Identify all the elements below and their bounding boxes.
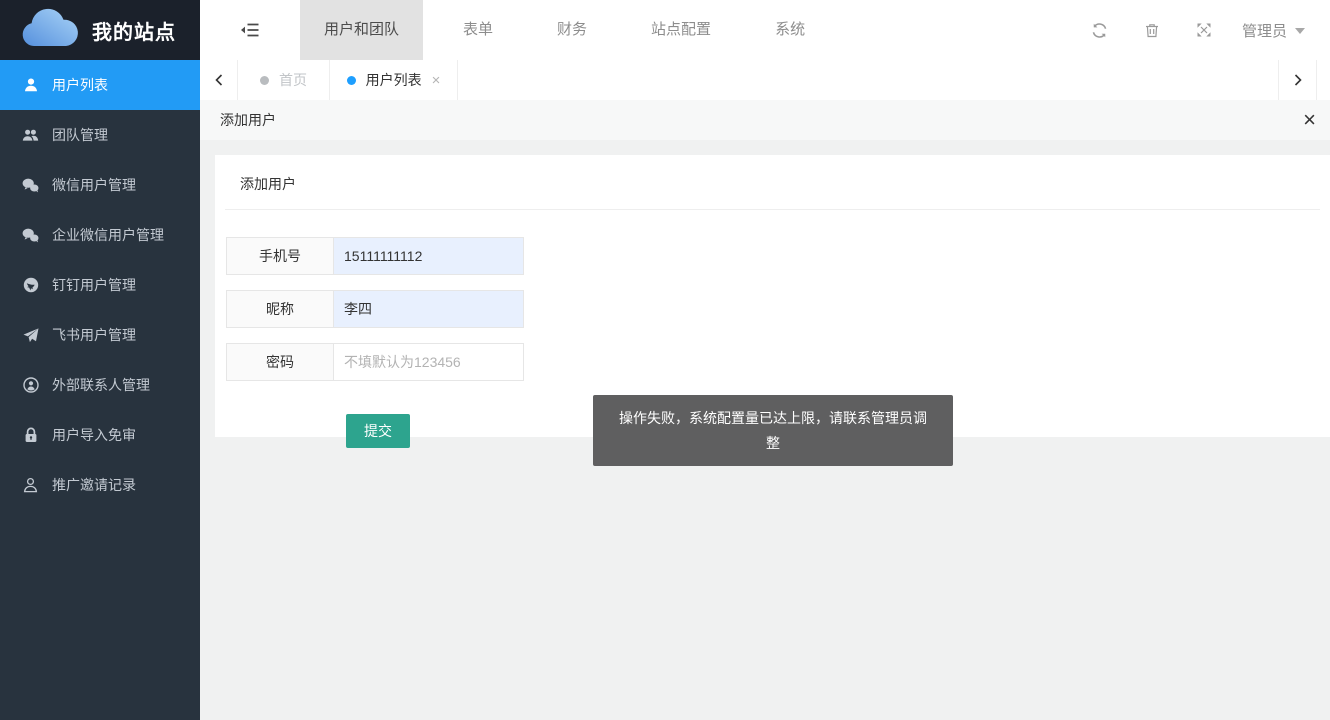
- sidebar-item-team-management[interactable]: 团队管理: [0, 110, 200, 160]
- user-outline-icon: [22, 477, 39, 494]
- nickname-input[interactable]: [333, 290, 524, 328]
- tab-bar: 首页 用户列表 ×: [200, 60, 1330, 100]
- password-input[interactable]: [333, 343, 524, 381]
- paper-plane-icon: [22, 327, 39, 344]
- form-row-phone: 手机号: [226, 237, 1330, 275]
- sidebar-item-user-list[interactable]: 用户列表: [0, 60, 200, 110]
- sidebar-item-label: 用户导入免审: [52, 425, 136, 445]
- header-actions: 管理员: [1074, 0, 1330, 60]
- sidebar-collapse-icon[interactable]: [200, 0, 300, 60]
- form-title: 添加用户: [215, 155, 1330, 194]
- sidebar-item-label: 飞书用户管理: [52, 325, 136, 345]
- user-menu-label: 管理员: [1242, 20, 1287, 41]
- tab-scroll-left-icon[interactable]: [200, 60, 238, 100]
- top-nav: 用户和团队 表单 财务 站点配置 系统: [300, 0, 829, 60]
- error-toast: 操作失败，系统配置量已达上限，请联系管理员调整: [593, 395, 953, 466]
- phone-label: 手机号: [226, 237, 334, 275]
- sidebar-item-user-import[interactable]: 用户导入免审: [0, 410, 200, 460]
- tab-menu-chevron-icon[interactable]: [1316, 60, 1330, 100]
- sidebar: 用户列表 团队管理 微信用户管理 企业微信用户管理 钉钉用户管理: [0, 60, 200, 720]
- top-header: 用户和团队 表单 财务 站点配置 系统: [200, 0, 1330, 60]
- sidebar-item-label: 推广邀请记录: [52, 475, 136, 495]
- sidebar-item-feishu-users[interactable]: 飞书用户管理: [0, 310, 200, 360]
- user-icon: [22, 77, 39, 94]
- fullscreen-icon[interactable]: [1178, 22, 1230, 38]
- sidebar-item-label: 企业微信用户管理: [52, 225, 164, 245]
- tab-dot-icon: [347, 76, 356, 85]
- sidebar-item-external-contacts[interactable]: 外部联系人管理: [0, 360, 200, 410]
- sidebar-item-label: 微信用户管理: [52, 175, 136, 195]
- password-label: 密码: [226, 343, 334, 381]
- sidebar-item-label: 外部联系人管理: [52, 375, 150, 395]
- nav-item-finance[interactable]: 财务: [533, 0, 611, 60]
- panel-header: 添加用户 ×: [200, 100, 1330, 140]
- user-menu[interactable]: 管理员: [1242, 20, 1305, 41]
- chevron-down-icon: [1295, 28, 1305, 34]
- sidebar-item-label: 用户列表: [52, 75, 108, 95]
- tab-label: 用户列表: [366, 70, 422, 90]
- tab-close-icon[interactable]: ×: [432, 73, 441, 88]
- nav-item-forms[interactable]: 表单: [439, 0, 517, 60]
- nav-item-site-config[interactable]: 站点配置: [627, 0, 735, 60]
- refresh-icon[interactable]: [1074, 22, 1126, 39]
- site-logo: 我的站点: [0, 0, 200, 60]
- dingtalk-icon: [22, 277, 39, 294]
- phone-input[interactable]: [333, 237, 524, 275]
- sidebar-item-wecom-users[interactable]: 企业微信用户管理: [0, 210, 200, 260]
- trash-icon[interactable]: [1126, 22, 1178, 39]
- form-row-nickname: 昵称: [226, 290, 1330, 328]
- nav-item-users-teams[interactable]: 用户和团队: [300, 0, 423, 60]
- tab-scroll-right-icon[interactable]: [1278, 60, 1316, 100]
- lock-icon: [22, 427, 39, 444]
- close-icon[interactable]: ×: [1303, 109, 1316, 131]
- submit-button[interactable]: 提交: [346, 414, 410, 448]
- users-icon: [22, 127, 39, 144]
- nickname-label: 昵称: [226, 290, 334, 328]
- cloud-logo-icon: [20, 8, 80, 53]
- tab-home[interactable]: 首页: [238, 60, 330, 100]
- wechat-icon: [22, 177, 39, 194]
- form-row-password: 密码: [226, 343, 1330, 381]
- panel-title: 添加用户: [220, 110, 276, 130]
- nav-item-system[interactable]: 系统: [751, 0, 829, 60]
- tab-user-list[interactable]: 用户列表 ×: [330, 60, 458, 100]
- sidebar-item-label: 钉钉用户管理: [52, 275, 136, 295]
- sidebar-item-dingtalk-users[interactable]: 钉钉用户管理: [0, 260, 200, 310]
- wecom-icon: [22, 227, 39, 244]
- tab-dot-icon: [260, 76, 269, 85]
- site-name: 我的站点: [92, 16, 176, 45]
- tab-label: 首页: [279, 70, 307, 90]
- sidebar-item-invite-records[interactable]: 推广邀请记录: [0, 460, 200, 510]
- sidebar-item-wechat-users[interactable]: 微信用户管理: [0, 160, 200, 210]
- sidebar-item-label: 团队管理: [52, 125, 108, 145]
- contact-icon: [22, 377, 39, 394]
- app-window: 我的站点 用户列表 团队管理 微信用户管理 企业微信用户管理: [0, 0, 1330, 720]
